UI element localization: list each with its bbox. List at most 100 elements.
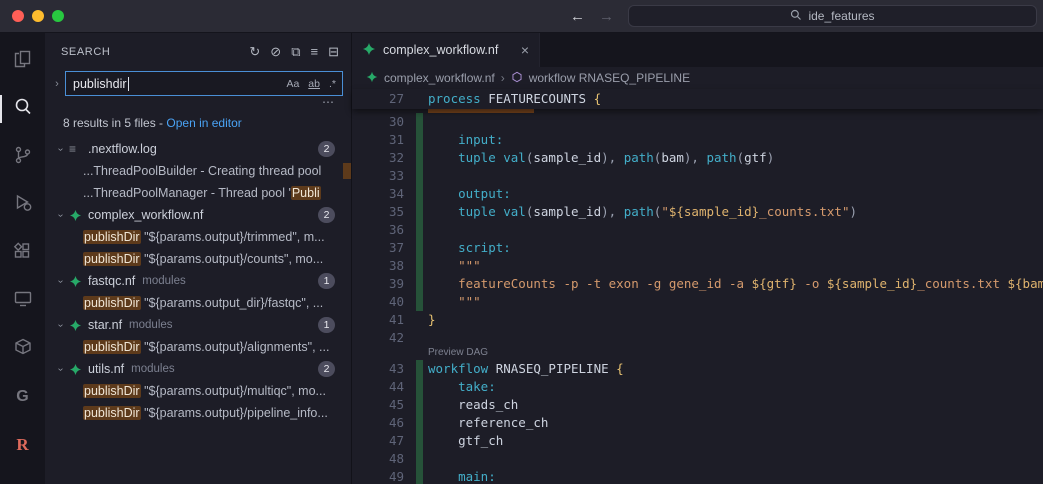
line-number[interactable]: 40 bbox=[352, 293, 416, 311]
line-number[interactable]: 36 bbox=[352, 221, 416, 239]
line-number[interactable]: 41 bbox=[352, 311, 416, 329]
line-number[interactable]: 49 bbox=[352, 468, 416, 484]
code-line[interactable]: 48 bbox=[352, 450, 1043, 468]
line-number[interactable]: 46 bbox=[352, 414, 416, 432]
search-result-item[interactable]: publishDir "${params.output}/alignments"… bbox=[45, 336, 351, 358]
search-results-tree: ›≡.nextflow.log2...ThreadPoolBuilder - C… bbox=[45, 138, 351, 484]
sidebar-item-package[interactable] bbox=[0, 325, 45, 373]
search-result-item[interactable]: ...ThreadPoolBuilder - Creating thread p… bbox=[45, 160, 351, 182]
code-token: { bbox=[616, 361, 624, 376]
code-line[interactable]: 47 gtf_ch bbox=[352, 432, 1043, 450]
line-number[interactable]: 47 bbox=[352, 432, 416, 450]
tab-title: complex_workflow.nf bbox=[383, 43, 498, 57]
toggle-replace-chevron-icon[interactable]: › bbox=[49, 78, 65, 90]
line-number[interactable]: 42 bbox=[352, 329, 416, 347]
code-line[interactable]: 42 bbox=[352, 329, 1043, 347]
match-case-toggle[interactable]: Aa bbox=[284, 77, 301, 91]
sidebar-item-r-extension[interactable]: R bbox=[0, 421, 45, 469]
line-number[interactable]: 48 bbox=[352, 450, 416, 468]
sidebar-item-explorer[interactable] bbox=[0, 37, 45, 85]
sidebar-item-source-control[interactable] bbox=[0, 133, 45, 181]
line-number[interactable]: 31 bbox=[352, 131, 416, 149]
result-count-badge: 2 bbox=[318, 207, 335, 223]
search-result-item[interactable]: publishDir "${params.output_dir}/fastqc"… bbox=[45, 292, 351, 314]
git-change-indicator bbox=[416, 378, 423, 396]
code-line[interactable]: 38 """ bbox=[352, 257, 1043, 275]
code-token: ${bam} bbox=[1008, 276, 1043, 291]
tab-complex-workflow[interactable]: complex_workflow.nf × bbox=[352, 33, 540, 67]
result-text: "${params.output}/multiqc", mo... bbox=[141, 384, 326, 398]
line-number[interactable]: 35 bbox=[352, 203, 416, 221]
regex-toggle[interactable]: .* bbox=[327, 77, 338, 91]
minimize-window-button[interactable] bbox=[32, 10, 44, 22]
code-line[interactable]: 44 take: bbox=[352, 378, 1043, 396]
line-number[interactable]: 44 bbox=[352, 378, 416, 396]
line-number[interactable]: 43 bbox=[352, 360, 416, 378]
command-center-search[interactable]: ide_features bbox=[628, 5, 1037, 27]
file-row[interactable]: ›complex_workflow.nf2 bbox=[45, 204, 351, 226]
code-line[interactable]: 45 reads_ch bbox=[352, 396, 1043, 414]
view-as-tree-icon[interactable]: ≡ bbox=[311, 44, 319, 60]
code-line[interactable]: 37 script: bbox=[352, 239, 1043, 257]
breadcrumb-file[interactable]: complex_workflow.nf bbox=[384, 71, 495, 85]
line-number[interactable]: 38 bbox=[352, 257, 416, 275]
line-number[interactable]: 30 bbox=[352, 113, 416, 131]
close-window-button[interactable] bbox=[12, 10, 24, 22]
code-line[interactable]: 31 input: bbox=[352, 131, 1043, 149]
file-row[interactable]: ›fastqc.nfmodules1 bbox=[45, 270, 351, 292]
search-result-item[interactable]: publishDir "${params.output}/pipeline_in… bbox=[45, 402, 351, 424]
forward-button[interactable]: → bbox=[599, 8, 614, 25]
panel-actions: ↻ ⊘ ⧉ ≡ ⊟ bbox=[249, 44, 339, 60]
line-number[interactable]: 32 bbox=[352, 149, 416, 167]
code-line[interactable]: 49 main: bbox=[352, 468, 1043, 484]
code-line[interactable]: 33 bbox=[352, 167, 1043, 185]
line-number[interactable]: 27 bbox=[352, 89, 416, 109]
search-result-item[interactable]: publishDir "${params.output}/trimmed", m… bbox=[45, 226, 351, 248]
open-in-editor-link[interactable]: Open in editor bbox=[166, 116, 241, 130]
code-editor[interactable]: 27process FEATURECOUNTS { 3031 input:32 … bbox=[352, 89, 1043, 484]
code-line[interactable]: 34 output: bbox=[352, 185, 1043, 203]
sticky-line[interactable]: 27process FEATURECOUNTS { bbox=[352, 89, 1043, 109]
code-line[interactable]: 30 bbox=[352, 113, 1043, 131]
code-line[interactable]: 35 tuple val(sample_id), path("${sample_… bbox=[352, 203, 1043, 221]
code-line[interactable]: 41} bbox=[352, 311, 1043, 329]
toggle-search-details-icon[interactable]: ⋯ bbox=[45, 98, 351, 110]
code-line[interactable]: 39 featureCounts -p -t exon -g gene_id -… bbox=[352, 275, 1043, 293]
code-line[interactable]: 46 reference_ch bbox=[352, 414, 1043, 432]
search-result-item[interactable]: publishDir "${params.output}/counts", mo… bbox=[45, 248, 351, 270]
collapse-all-icon[interactable]: ⊟ bbox=[328, 44, 339, 60]
line-text: tuple val(sample_id), path("${sample_id}… bbox=[423, 203, 857, 221]
line-number[interactable]: 39 bbox=[352, 275, 416, 293]
file-row[interactable]: ›≡.nextflow.log2 bbox=[45, 138, 351, 160]
sidebar-item-gitlens[interactable]: G bbox=[0, 373, 45, 421]
code-line[interactable]: 32 tuple val(sample_id), path(bam), path… bbox=[352, 149, 1043, 167]
sidebar-item-extensions[interactable] bbox=[0, 229, 45, 277]
breadcrumb-symbol[interactable]: workflow RNASEQ_PIPELINE bbox=[529, 71, 690, 85]
line-number[interactable]: 45 bbox=[352, 396, 416, 414]
sidebar-item-search[interactable] bbox=[0, 85, 45, 133]
close-icon[interactable]: × bbox=[521, 42, 529, 58]
result-text: ...ThreadPoolManager - Thread pool ' bbox=[83, 186, 291, 200]
sidebar-item-run-debug[interactable] bbox=[0, 181, 45, 229]
line-number[interactable]: 37 bbox=[352, 239, 416, 257]
sidebar-item-remote-explorer[interactable] bbox=[0, 277, 45, 325]
line-number[interactable]: 34 bbox=[352, 185, 416, 203]
sticky-scroll[interactable]: 27process FEATURECOUNTS { bbox=[352, 89, 1043, 109]
back-button[interactable]: ← bbox=[570, 8, 585, 25]
file-row[interactable]: ›utils.nfmodules2 bbox=[45, 358, 351, 380]
code-line[interactable]: 40 """ bbox=[352, 293, 1043, 311]
code-line[interactable]: 36 bbox=[352, 221, 1043, 239]
codelens-preview-dag[interactable]: Preview DAG bbox=[352, 347, 1043, 360]
line-number[interactable]: 33 bbox=[352, 167, 416, 185]
code-line[interactable]: 43workflow RNASEQ_PIPELINE { bbox=[352, 360, 1043, 378]
code-token: ), bbox=[684, 150, 707, 165]
file-row[interactable]: ›star.nfmodules1 bbox=[45, 314, 351, 336]
new-search-editor-icon[interactable]: ⧉ bbox=[291, 44, 300, 60]
search-input[interactable]: publishdir Aa ab .* bbox=[65, 71, 343, 96]
clear-results-icon[interactable]: ⊘ bbox=[270, 44, 281, 60]
zoom-window-button[interactable] bbox=[52, 10, 64, 22]
search-result-item[interactable]: publishDir "${params.output}/multiqc", m… bbox=[45, 380, 351, 402]
search-result-item[interactable]: ...ThreadPoolManager - Thread pool 'Publ… bbox=[45, 182, 351, 204]
whole-word-toggle[interactable]: ab bbox=[306, 77, 322, 91]
refresh-icon[interactable]: ↻ bbox=[249, 44, 260, 60]
